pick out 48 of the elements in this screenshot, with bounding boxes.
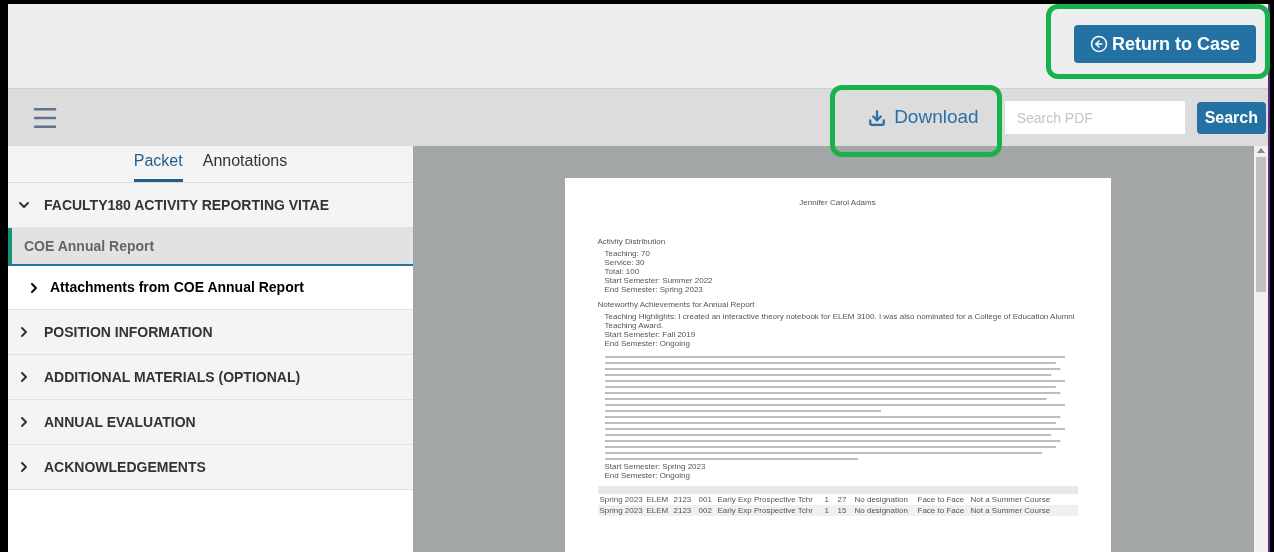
table-cell: Spring 2023 <box>599 495 644 504</box>
table-cell-text: ELEM <box>646 495 670 504</box>
table-cell-text: Early Exp Prospective Tchr <box>717 506 814 515</box>
document-text: End Semester: Spring 2023 <box>603 285 704 294</box>
return-to-case-button[interactable]: Return to Case <box>1073 25 1256 63</box>
table-cell: Spring 2023 <box>599 506 644 515</box>
attachment-item[interactable]: Attachments from COE Annual Report <box>8 266 413 310</box>
document-text: Start Semester: Summer 2022 <box>603 276 714 285</box>
table-cell-text: ELEM <box>646 506 670 515</box>
report-item[interactable]: COE Annual Report <box>8 228 413 266</box>
scrollbar[interactable] <box>1254 146 1268 552</box>
table-cell-text: 2123 <box>673 506 693 515</box>
table-cell-text: Early Exp Prospective Tchr <box>717 495 814 504</box>
arrow-left-icon <box>1089 35 1108 53</box>
table-cell-text: 15 <box>837 506 848 515</box>
document-text: End Semester: Ongoing <box>603 339 691 348</box>
table-cell-text: Face to Face <box>917 495 966 504</box>
table-cell-text: No designation <box>854 495 909 504</box>
section-item[interactable]: ANNUAL EVALUATION <box>8 400 413 445</box>
document-name: Jennifer Carol Adams <box>798 198 877 207</box>
scrollbar-thumb[interactable] <box>1256 157 1266 292</box>
download-icon <box>868 108 887 127</box>
sidebar-tab[interactable]: Packet <box>133 149 183 182</box>
sidebar-tab[interactable]: Annotations <box>202 149 288 182</box>
table-cell-text: Face to Face <box>917 506 966 515</box>
table-cell-text: No designation <box>854 506 909 515</box>
document-heading: Noteworthy Achievements for Annual Report <box>597 300 756 309</box>
document-text: Teaching: 70 <box>603 249 651 258</box>
section-item[interactable]: POSITION INFORMATION <box>8 310 413 355</box>
document-text: Teaching Highlights: I created an interactive theory notebook for ELEM 3100. I was also nominated for a College of Education Alumni Teaching Award. <box>603 312 1076 330</box>
document-text: Service: 30 <box>603 258 646 267</box>
document-text: Start Semester: Fall 2019 <box>603 330 697 339</box>
search-button[interactable]: Search <box>1196 101 1266 134</box>
document-heading: Activity Distribution <box>597 237 667 246</box>
table-cell-text: 002 <box>698 506 713 515</box>
table-cell-text: 1 <box>824 495 830 504</box>
section-item[interactable]: ADDITIONAL MATERIALS (OPTIONAL) <box>8 355 413 400</box>
document-text: End Semester: Ongoing <box>603 471 691 480</box>
document-text: Start Semester: Spring 2023 <box>603 462 707 471</box>
search-field[interactable]: Search PDF <box>1004 101 1185 134</box>
table-cell-text: 1 <box>824 506 830 515</box>
table-cell-text: 001 <box>698 495 713 504</box>
document-text: Total: 100 <box>603 267 641 276</box>
table-cell: Not a Summer Course <box>970 506 1051 515</box>
table-cell: Not a Summer Course <box>970 495 1051 504</box>
table-cell-text: 27 <box>837 495 848 504</box>
table-cell-text: 2123 <box>673 495 693 504</box>
download-button[interactable]: Download <box>860 97 987 138</box>
